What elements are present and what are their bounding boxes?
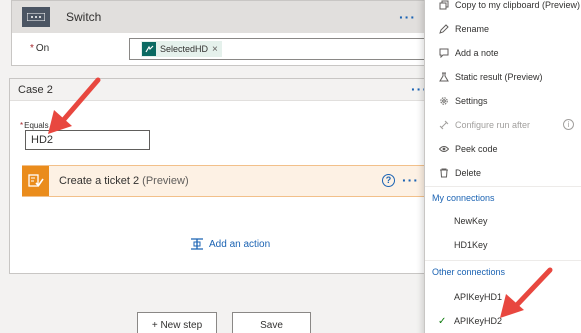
connection-label: HD1Key: [454, 240, 488, 250]
note-icon: [438, 48, 449, 59]
equals-label-text: Equals: [24, 121, 49, 130]
menu-item-static-result[interactable]: Static result (Preview): [425, 65, 581, 89]
on-field[interactable]: SelectedHD ×: [129, 38, 430, 60]
expression-icon: [142, 42, 156, 56]
switch-title: Switch: [66, 10, 102, 24]
connection-label: APIKeyHD1: [454, 292, 503, 302]
copy-icon: [438, 0, 449, 11]
equals-label: *Equals: [20, 121, 49, 130]
connection-apikeyhd2[interactable]: ✓ APIKeyHD2: [425, 310, 581, 332]
selectedhd-token[interactable]: SelectedHD ×: [141, 41, 222, 57]
add-action-icon: [191, 238, 203, 250]
new-step-button[interactable]: + New step: [137, 312, 217, 333]
switch-more-button[interactable]: ···: [399, 9, 416, 25]
switch-card: Switch ··· * On SelectedHD ×: [11, 0, 431, 66]
ticket-icon: [22, 166, 49, 196]
connection-hd1key[interactable]: HD1Key: [425, 234, 581, 256]
pencil-icon: [438, 24, 449, 35]
menu-item-add-note[interactable]: Add a note: [425, 41, 581, 65]
menu-item-label: Add a note: [455, 48, 499, 58]
menu-item-label: Copy to my clipboard (Preview): [455, 0, 581, 10]
connection-newkey[interactable]: NewKey: [425, 210, 581, 232]
connection-label: NewKey: [454, 216, 488, 226]
other-connections-header: Other connections: [432, 267, 506, 277]
save-button[interactable]: Save: [232, 312, 311, 333]
create-ticket-action[interactable]: Create a ticket 2 (Preview) ? ···: [22, 165, 428, 197]
menu-item-label: Static result (Preview): [455, 72, 543, 82]
case-header[interactable]: Case 2 ···: [10, 79, 438, 101]
connection-apikeyhd1[interactable]: APIKeyHD1: [425, 286, 581, 308]
trash-icon: [438, 168, 449, 179]
action-context-menu: Copy to my clipboard (Preview) Rename Ad…: [424, 0, 581, 333]
token-label: SelectedHD: [160, 44, 209, 54]
required-mark: *: [30, 43, 34, 54]
switch-icon: [22, 7, 50, 27]
gear-icon: [438, 96, 449, 107]
on-label: * On: [30, 43, 49, 54]
add-action-button[interactable]: Add an action: [190, 237, 270, 251]
action-title: Create a ticket 2 (Preview): [59, 175, 189, 187]
menu-item-settings[interactable]: Settings: [425, 89, 581, 113]
case-card: Case 2 ··· *Equals HD2 Create a ticket 2…: [9, 78, 439, 274]
on-label-text: On: [35, 43, 50, 54]
connection-label: APIKeyHD2: [454, 316, 503, 326]
required-mark: *: [20, 121, 24, 130]
action-preview-suffix: (Preview): [142, 175, 189, 187]
eye-icon: [438, 144, 449, 155]
menu-item-configure-run-after: Configure run after i: [425, 113, 581, 137]
my-connections-header: My connections: [432, 193, 495, 203]
menu-item-peek-code[interactable]: Peek code: [425, 137, 581, 161]
menu-item-label: Delete: [455, 168, 482, 178]
link-icon: [438, 120, 449, 131]
switch-header[interactable]: Switch ···: [12, 1, 430, 33]
action-title-text: Create a ticket 2: [59, 175, 140, 187]
menu-item-rename[interactable]: Rename: [425, 17, 581, 41]
info-icon[interactable]: i: [563, 119, 574, 130]
equals-field[interactable]: HD2: [25, 130, 150, 150]
switch-body: * On SelectedHD ×: [12, 33, 430, 67]
menu-divider: [425, 186, 581, 187]
menu-item-label: Peek code: [455, 144, 498, 154]
action-more-button[interactable]: ···: [402, 172, 419, 188]
add-action-label: Add an action: [209, 238, 271, 250]
flask-icon: [438, 72, 449, 83]
menu-item-copy[interactable]: Copy to my clipboard (Preview): [425, 0, 581, 17]
menu-item-label: Configure run after: [455, 120, 531, 130]
menu-item-delete[interactable]: Delete: [425, 161, 581, 185]
checkmark-icon: ✓: [438, 315, 447, 327]
remove-token-icon[interactable]: ×: [212, 44, 218, 55]
menu-divider: [425, 260, 581, 261]
help-icon[interactable]: ?: [382, 174, 395, 187]
case-title: Case 2: [18, 83, 53, 96]
menu-item-label: Settings: [455, 96, 488, 106]
menu-item-label: Rename: [455, 24, 490, 34]
